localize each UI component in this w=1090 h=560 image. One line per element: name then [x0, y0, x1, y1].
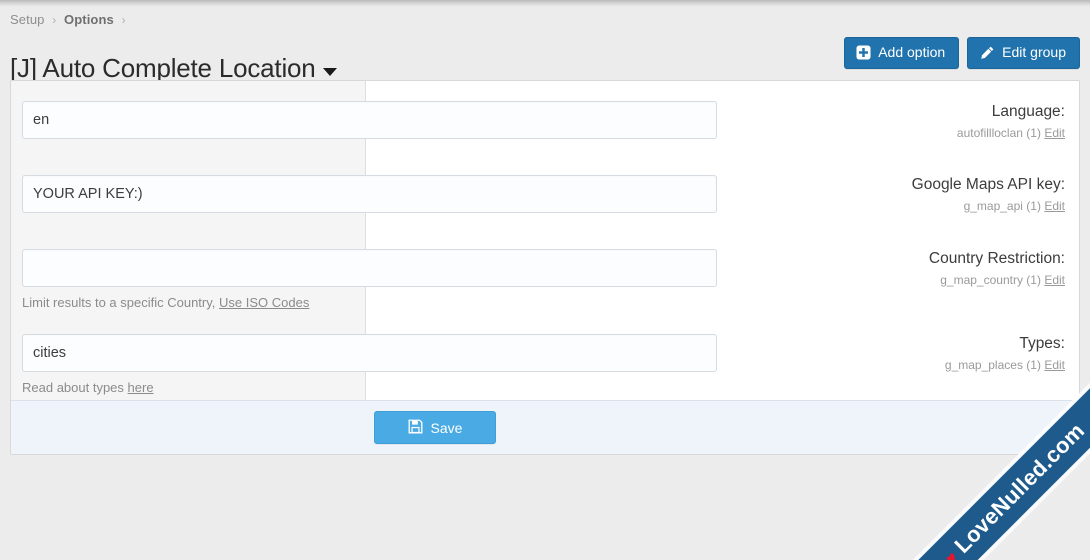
page-container: Setup › Options › [J] Auto Complete Loca…: [0, 7, 1090, 560]
form-field-types: Read about types here: [22, 334, 1079, 396]
country-help-label: Limit results to a specific Country,: [22, 295, 216, 310]
breadcrumb-separator-icon: ›: [52, 13, 57, 27]
add-option-label: Add option: [878, 44, 946, 60]
breadcrumb-item-setup[interactable]: Setup: [10, 12, 44, 27]
breadcrumb-separator-icon-2: ›: [121, 13, 126, 27]
country-restriction-input[interactable]: [22, 249, 717, 287]
types-help-text: Read about types here: [22, 379, 1079, 396]
breadcrumb: Setup › Options ›: [10, 12, 130, 27]
read-about-types-link[interactable]: here: [128, 380, 154, 395]
plus-square-icon: [856, 45, 871, 60]
app-root: Setup › Options › [J] Auto Complete Loca…: [0, 0, 1090, 560]
options-panel: Language: autofillloclan (1) Edit Google…: [10, 80, 1080, 455]
edit-group-button[interactable]: Edit group: [967, 37, 1080, 69]
google-maps-api-key-input[interactable]: [22, 175, 717, 213]
floppy-disk-icon: [408, 419, 423, 437]
add-option-button[interactable]: Add option: [844, 37, 960, 69]
country-help-text: Limit results to a specific Country, Use…: [22, 294, 1079, 311]
breadcrumb-item-options[interactable]: Options: [64, 12, 114, 27]
heart-icon: ♥: [941, 547, 962, 560]
caret-down-icon[interactable]: [322, 68, 337, 77]
save-button[interactable]: Save: [374, 411, 496, 444]
types-help-label: Read about types: [22, 380, 124, 395]
save-label: Save: [430, 419, 463, 436]
language-input[interactable]: [22, 101, 717, 139]
header-actions: Add option Edit group: [844, 37, 1080, 69]
types-input[interactable]: [22, 334, 717, 372]
use-iso-codes-link[interactable]: Use ISO Codes: [219, 295, 309, 310]
form-field-column: Limit results to a specific Country, Use…: [22, 81, 1079, 400]
pencil-icon: [979, 45, 995, 61]
form-field-country: Limit results to a specific Country, Use…: [22, 249, 1079, 311]
browser-chrome-strip: [0, 0, 1090, 7]
panel-footer: Save: [11, 400, 1079, 454]
edit-group-label: Edit group: [1002, 44, 1066, 60]
form-field-api-key: [22, 175, 1079, 213]
form-field-language: [22, 101, 1079, 139]
options-form: Language: autofillloclan (1) Edit Google…: [11, 81, 1079, 400]
